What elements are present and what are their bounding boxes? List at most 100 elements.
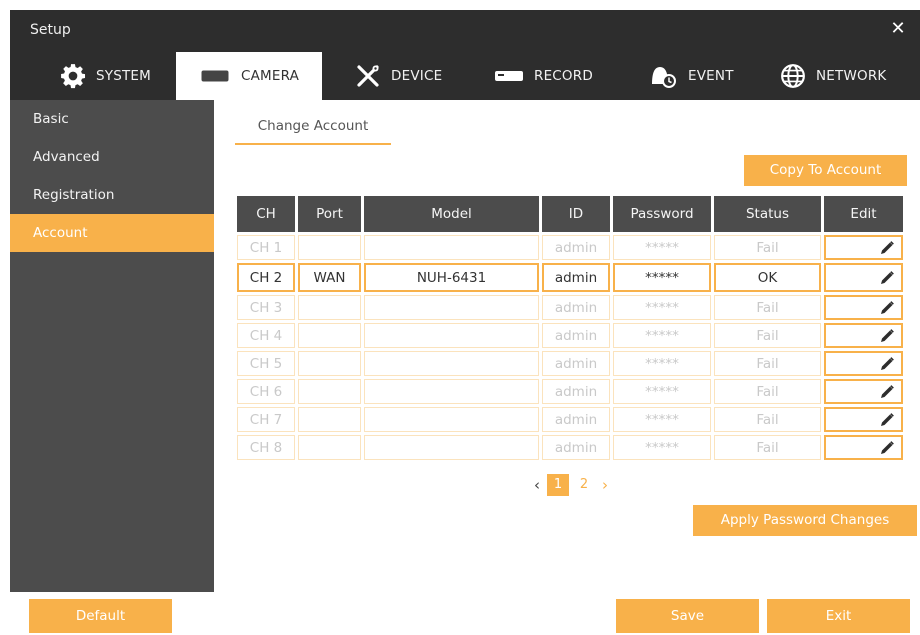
tab-label: SYSTEM xyxy=(96,68,152,84)
sidebar-item-advanced[interactable]: Advanced xyxy=(10,138,214,176)
sidebar-item-registration[interactable]: Registration xyxy=(10,176,214,214)
column-header-status: Status xyxy=(714,196,821,232)
tab-system[interactable]: SYSTEM xyxy=(60,52,151,100)
camera-icon xyxy=(201,69,231,83)
edit-cell[interactable] xyxy=(824,235,903,260)
account-panel: Change Account Copy To Account CH Port M… xyxy=(214,100,920,592)
recorder-icon xyxy=(494,69,524,83)
tab-label: CAMERA xyxy=(241,68,300,84)
cell-port xyxy=(298,235,361,260)
pencil-icon[interactable] xyxy=(879,328,895,344)
table-row: CH 8 admin ***** Fail xyxy=(237,435,903,460)
cell-password: ***** xyxy=(613,351,711,376)
close-icon[interactable]: ✕ xyxy=(888,19,908,39)
edit-cell[interactable] xyxy=(824,407,903,432)
page-1-button[interactable]: 1 xyxy=(547,474,569,496)
default-button[interactable]: Default xyxy=(29,599,172,633)
tab-network[interactable]: NETWORK xyxy=(780,52,886,100)
cell-status: Fail xyxy=(714,407,821,432)
table-row: CH 1 admin ***** Fail xyxy=(237,235,903,260)
tab-device[interactable]: DEVICE xyxy=(355,52,442,100)
exit-button[interactable]: Exit xyxy=(767,599,910,633)
column-header-port: Port xyxy=(298,196,361,232)
sidebar-item-basic[interactable]: Basic xyxy=(10,100,214,138)
cell-id: admin xyxy=(542,295,610,320)
tab-label: NETWORK xyxy=(816,68,887,84)
cell-status: Fail xyxy=(714,351,821,376)
cell-ch: CH 3 xyxy=(237,295,295,320)
edit-cell[interactable] xyxy=(824,435,903,460)
tab-record[interactable]: RECORD xyxy=(494,52,593,100)
cell-ch: CH 4 xyxy=(237,323,295,348)
cell-model xyxy=(364,295,539,320)
edit-cell[interactable] xyxy=(824,263,903,292)
pencil-icon[interactable] xyxy=(879,240,895,256)
cell-status: OK xyxy=(714,263,821,292)
cell-id: admin xyxy=(542,235,610,260)
copy-to-account-button[interactable]: Copy To Account xyxy=(744,155,907,186)
pencil-icon[interactable] xyxy=(879,270,895,286)
cell-status: Fail xyxy=(714,435,821,460)
cell-model xyxy=(364,435,539,460)
cell-password: ***** xyxy=(613,323,711,348)
pencil-icon[interactable] xyxy=(879,300,895,316)
cell-ch: CH 5 xyxy=(237,351,295,376)
edit-cell[interactable] xyxy=(824,351,903,376)
pencil-icon[interactable] xyxy=(879,440,895,456)
table-header-row: CH Port Model ID Password Status Edit xyxy=(237,196,903,232)
tab-label: RECORD xyxy=(534,68,593,84)
cell-ch: CH 2 xyxy=(237,263,295,292)
cell-password: ***** xyxy=(613,435,711,460)
table-row: CH 6 admin ***** Fail xyxy=(237,379,903,404)
tab-event[interactable]: EVENT xyxy=(648,52,734,100)
gear-icon xyxy=(60,63,86,89)
cell-model: NUH-6431 xyxy=(364,263,539,292)
cell-model xyxy=(364,351,539,376)
table-row: CH 5 admin ***** Fail xyxy=(237,351,903,376)
next-page-icon[interactable]: › xyxy=(597,476,613,494)
cell-model xyxy=(364,379,539,404)
cell-id: admin xyxy=(542,263,610,292)
alarm-icon xyxy=(648,64,678,88)
cell-ch: CH 1 xyxy=(237,235,295,260)
page-2-button[interactable]: 2 xyxy=(573,474,595,496)
cell-status: Fail xyxy=(714,323,821,348)
edit-cell[interactable] xyxy=(824,379,903,404)
cell-status: Fail xyxy=(714,235,821,260)
cell-password: ***** xyxy=(613,235,711,260)
tab-change-account[interactable]: Change Account xyxy=(235,107,391,145)
cell-id: admin xyxy=(542,351,610,376)
tab-label: EVENT xyxy=(688,68,734,84)
table-row: CH 3 admin ***** Fail xyxy=(237,295,903,320)
cell-model xyxy=(364,235,539,260)
edit-cell[interactable] xyxy=(824,323,903,348)
globe-icon xyxy=(780,63,806,89)
sidebar-item-account[interactable]: Account xyxy=(10,214,214,252)
prev-page-icon[interactable]: ‹ xyxy=(529,476,545,494)
cell-ch: CH 7 xyxy=(237,407,295,432)
edit-cell[interactable] xyxy=(824,295,903,320)
cell-ch: CH 8 xyxy=(237,435,295,460)
sidebar: Basic Advanced Registration Account xyxy=(10,100,214,592)
title-bar: Setup ✕ xyxy=(10,10,920,52)
cell-id: admin xyxy=(542,323,610,348)
cell-port xyxy=(298,379,361,404)
column-header-model: Model xyxy=(364,196,539,232)
cell-port xyxy=(298,323,361,348)
bottom-bar: Default Save Exit xyxy=(10,592,920,635)
pagination: ‹ 1 2 › xyxy=(529,473,613,497)
pencil-icon[interactable] xyxy=(879,356,895,372)
save-button[interactable]: Save xyxy=(616,599,759,633)
table-row: CH 7 admin ***** Fail xyxy=(237,407,903,432)
cell-id: admin xyxy=(542,379,610,404)
cell-port xyxy=(298,435,361,460)
cell-ch: CH 6 xyxy=(237,379,295,404)
cell-port xyxy=(298,295,361,320)
tab-camera[interactable]: CAMERA xyxy=(176,52,322,100)
cell-password: ***** xyxy=(613,407,711,432)
apply-password-changes-button[interactable]: Apply Password Changes xyxy=(693,505,917,536)
setup-window: Setup ✕ SYSTEM CAMERA DEVICE RECORD EVEN… xyxy=(10,10,920,635)
pencil-icon[interactable] xyxy=(879,412,895,428)
table-row: CH 4 admin ***** Fail xyxy=(237,323,903,348)
pencil-icon[interactable] xyxy=(879,384,895,400)
